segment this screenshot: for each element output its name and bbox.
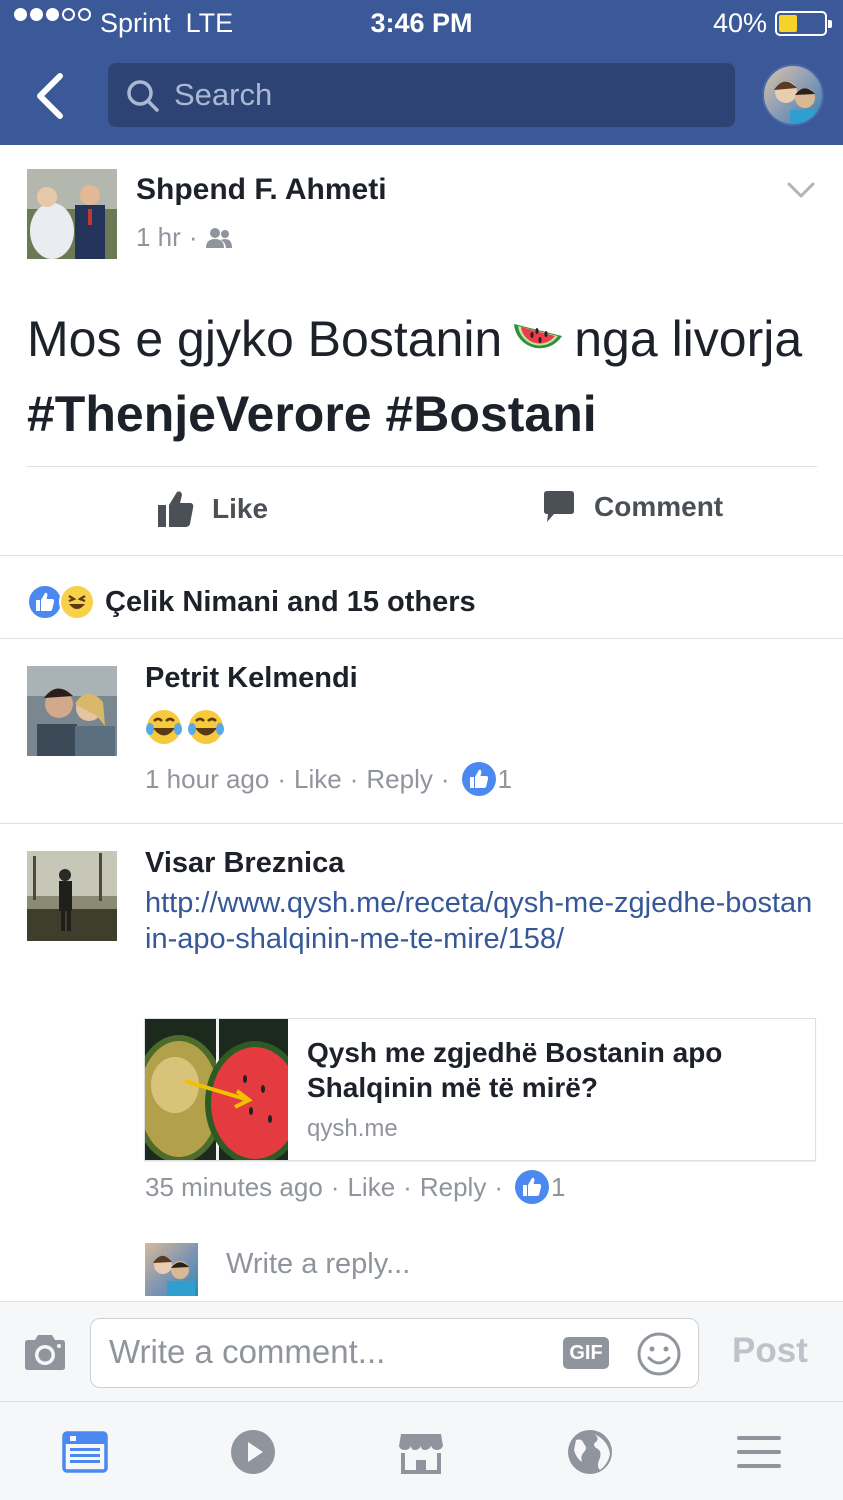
thumbs-up-icon [158, 491, 194, 527]
divider [0, 638, 843, 639]
post-time[interactable]: 1 hr [136, 222, 181, 253]
tab-news-feed[interactable] [61, 1428, 109, 1476]
gif-button[interactable]: GIF [563, 1337, 609, 1369]
link-preview-title: Qysh me zgjedhë Bostanin apo Shalqinin m… [307, 1037, 723, 1103]
status-bar: Sprint LTE 3:46 PM 40% [0, 0, 843, 46]
comment-like-button[interactable]: Like [347, 1172, 395, 1203]
marketplace-icon [399, 1434, 443, 1474]
like-button[interactable]: Like [158, 490, 268, 528]
comment-like-button[interactable]: Like [294, 764, 342, 795]
watermelon-icon [510, 311, 566, 380]
reply-avatar [145, 1243, 198, 1296]
like-count-icon[interactable] [515, 1170, 549, 1204]
comment-meta: 35 minutes ago · Like · Reply · 1 [145, 1170, 565, 1204]
notifications-globe-icon [568, 1430, 612, 1474]
battery-icon [775, 11, 832, 36]
divider [27, 466, 817, 467]
tab-menu[interactable] [735, 1428, 783, 1476]
divider [0, 823, 843, 824]
menu-icon [737, 1436, 781, 1468]
search-icon [127, 80, 159, 112]
comment-content [145, 707, 229, 752]
post-meta: 1 hr · [136, 222, 233, 253]
divider [0, 555, 843, 556]
comment-meta: 1 hour ago · Like · Reply · 1 [145, 762, 512, 796]
like-count-icon[interactable] [461, 762, 496, 796]
comment-reply-button[interactable]: Reply [420, 1172, 486, 1203]
bottom-tab-bar [0, 1401, 843, 1500]
smiley-icon [637, 1332, 681, 1376]
news-feed-icon [62, 1431, 108, 1473]
post-options-button[interactable] [786, 180, 816, 205]
comment-like-count: 1 [497, 763, 512, 794]
comment-author-name[interactable]: Petrit Kelmendi [145, 662, 358, 695]
comment-avatar[interactable] [27, 666, 117, 756]
comment-like-count: 1 [551, 1171, 566, 1202]
profile-avatar[interactable] [762, 64, 824, 126]
camera-button[interactable] [22, 1334, 68, 1377]
comment-bubble-icon [544, 491, 574, 522]
comment-time: 35 minutes ago [145, 1171, 323, 1202]
comment-link[interactable]: http://www.qysh.me/receta/qysh-me-zgjedh… [145, 885, 815, 957]
post-text: Mos e gjyko Bostanin nga livorja #ThenjeV… [27, 311, 803, 442]
comment-button[interactable]: Comment [542, 490, 723, 524]
friends-icon [206, 227, 233, 248]
tab-video[interactable] [229, 1428, 277, 1476]
comment-reply-button[interactable]: Reply [366, 764, 432, 795]
battery-percent: 40% [712, 8, 767, 38]
link-preview-card[interactable]: Qysh me zgjedhë Bostanin apo Shalqinin m… [144, 1018, 816, 1161]
top-bar: Sprint LTE 3:46 PM 40% [0, 0, 843, 145]
post-author-avatar[interactable] [27, 169, 117, 259]
comment-time: 1 hour ago [145, 763, 270, 794]
chevron-left-icon [37, 73, 63, 119]
chevron-down-icon [787, 182, 815, 198]
back-button[interactable] [28, 70, 72, 122]
tab-notifications[interactable] [566, 1428, 614, 1476]
comment-avatar[interactable] [27, 851, 117, 941]
tears-of-joy-icon [146, 710, 224, 744]
comment-author-name[interactable]: Visar Breznica [145, 847, 344, 880]
video-icon [231, 1430, 275, 1474]
haha-reaction-icon [59, 584, 95, 620]
tab-marketplace[interactable] [397, 1428, 445, 1476]
search-bar[interactable] [108, 63, 735, 127]
sticker-button[interactable] [636, 1331, 682, 1382]
reactions-summary[interactable]: Çelik Nimani and 15 others [27, 584, 476, 620]
search-input[interactable] [174, 63, 714, 127]
post-comment-button[interactable]: Post [732, 1331, 808, 1371]
comment-input[interactable]: Write a comment... GIF [90, 1318, 699, 1388]
post-hashtags[interactable]: #ThenjeVerore #Bostani [27, 386, 597, 442]
camera-icon [25, 1335, 65, 1370]
post-author-name[interactable]: Shpend F. Ahmeti [136, 173, 387, 207]
reply-input[interactable]: Write a reply... [226, 1248, 410, 1281]
comment-composer: Write a comment... GIF Post [0, 1301, 843, 1401]
link-preview-domain: qysh.me [307, 1115, 398, 1142]
link-preview-image [145, 1019, 288, 1160]
like-reaction-icon [27, 584, 63, 620]
